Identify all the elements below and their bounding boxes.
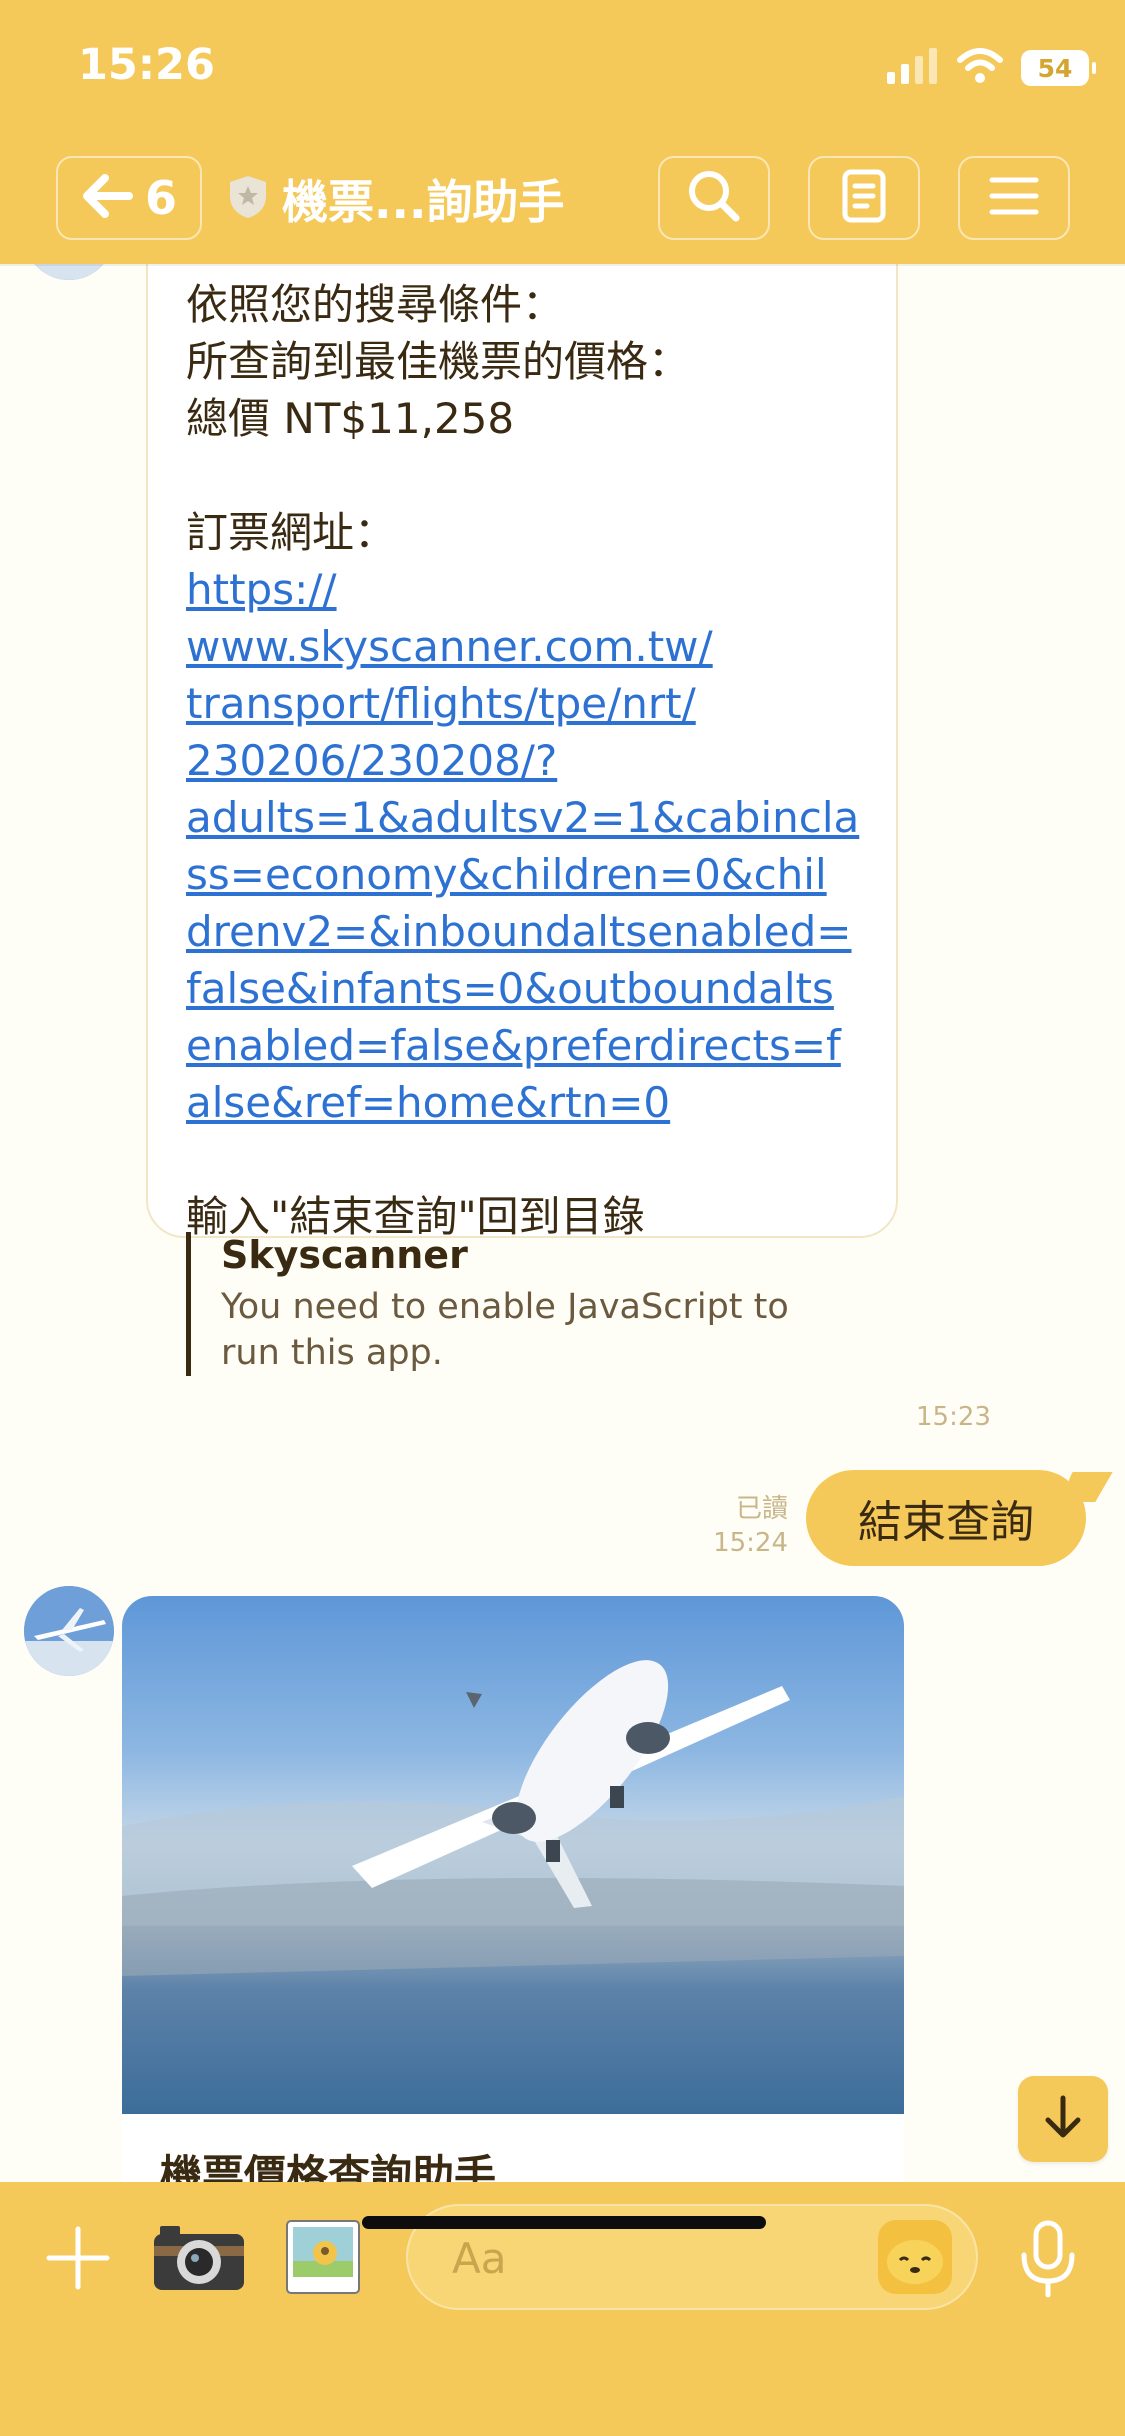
sticker-icon	[887, 2240, 943, 2284]
link-line[interactable]: adults=1&adultsv2=1&cabincla	[186, 789, 876, 846]
airplane-icon	[24, 264, 114, 280]
chat-title[interactable]: 機票...詢助手	[228, 168, 564, 230]
plus-button[interactable]	[38, 2218, 118, 2298]
plus-icon	[46, 2226, 110, 2290]
link-line[interactable]: https://	[186, 561, 876, 618]
microphone-icon	[1021, 2220, 1075, 2298]
link-line[interactable]: alse&ref=home&rtn=0	[186, 1074, 876, 1131]
message-line: 所查詢到最佳機票的價格：	[186, 337, 691, 386]
link-preview-description: You need to enable JavaScript to run thi…	[221, 1287, 789, 1373]
shield-icon	[228, 174, 268, 224]
signal-icon	[887, 48, 939, 88]
hamburger-menu-icon	[988, 174, 1040, 222]
notes-button[interactable]	[808, 156, 920, 240]
bot-message-bubble: 依照您的搜尋條件： 所查詢到最佳機票的價格： 總價 NT$11,258 訂票網址…	[146, 264, 898, 1376]
read-receipt: 已讀 15:24	[690, 1492, 788, 1560]
search-icon	[684, 166, 744, 230]
link-preview-title: Skyscanner	[221, 1233, 468, 1277]
read-label: 已讀	[735, 1494, 788, 1524]
user-message-bubble: 結束查詢	[806, 1470, 1086, 1566]
bot-avatar[interactable]	[24, 1586, 114, 1676]
status-time: 15:26	[78, 40, 215, 90]
camera-icon	[154, 2226, 244, 2290]
status-icons: 54	[887, 46, 1096, 90]
chat-title-text: 機票...詢助手	[282, 175, 565, 229]
arrow-left-icon	[81, 174, 133, 222]
booking-link[interactable]: https:// www.skyscanner.com.tw/ transpor…	[186, 561, 876, 1131]
sticker-button[interactable]	[878, 2220, 952, 2294]
total-price-line: 總價 NT$11,258	[186, 394, 515, 443]
notes-icon	[841, 168, 887, 228]
message-spacer	[186, 1131, 876, 1188]
message-spacer	[186, 447, 876, 504]
message-timestamp: 15:23	[916, 1402, 991, 1432]
link-line[interactable]: transport/flights/tpe/nrt/	[186, 675, 876, 732]
search-button[interactable]	[658, 156, 770, 240]
back-button[interactable]: 6	[56, 156, 202, 240]
bot-message-text: 依照您的搜尋條件： 所查詢到最佳機票的價格： 總價 NT$11,258 訂票網址…	[186, 276, 876, 1245]
link-line[interactable]: ss=economy&children=0&chil	[186, 846, 876, 903]
link-line[interactable]: false&infants=0&outboundalts	[186, 960, 876, 1017]
scroll-to-bottom-button[interactable]	[1018, 2076, 1108, 2162]
link-line[interactable]: www.skyscanner.com.tw/	[186, 618, 876, 675]
link-line[interactable]: drenv2=&inboundaltsenabled=	[186, 903, 876, 960]
unread-count: 6	[144, 171, 177, 225]
rich-message-card[interactable]: 機票價格查詢助手	[122, 1596, 904, 2182]
image-icon	[286, 2220, 360, 2294]
message-input-placeholder: Aa	[452, 2234, 507, 2283]
link-line[interactable]: 230206/230208/?	[186, 732, 876, 789]
chat-area[interactable]: 依照您的搜尋條件： 所查詢到最佳機票的價格： 總價 NT$11,258 訂票網址…	[0, 264, 1125, 2182]
message-timestamp: 15:24	[713, 1528, 788, 1558]
airplane-photo	[122, 1660, 904, 1976]
link-line[interactable]: enabled=false&preferdirects=f	[186, 1017, 876, 1074]
link-preview[interactable]: Skyscanner You need to enable JavaScript…	[186, 1232, 826, 1376]
top-bar: 15:26 54 6 機票...詢助手	[0, 0, 1125, 264]
voice-input-button[interactable]	[1010, 2216, 1086, 2302]
airplane-icon	[24, 1586, 114, 1676]
menu-button[interactable]	[958, 156, 1070, 240]
home-indicator[interactable]	[362, 2216, 766, 2229]
booking-url-label: 訂票網址：	[186, 508, 397, 557]
message-line: 依照您的搜尋條件：	[186, 280, 565, 329]
camera-button[interactable]	[152, 2220, 246, 2294]
arrow-down-icon	[1038, 2092, 1088, 2146]
gallery-button[interactable]	[284, 2218, 362, 2296]
card-title: 機票價格查詢助手	[160, 2151, 497, 2182]
bot-avatar[interactable]	[24, 264, 114, 280]
airplane-image[interactable]	[122, 1596, 904, 2114]
wifi-icon	[957, 48, 1003, 88]
battery-indicator: 54	[1021, 50, 1096, 86]
